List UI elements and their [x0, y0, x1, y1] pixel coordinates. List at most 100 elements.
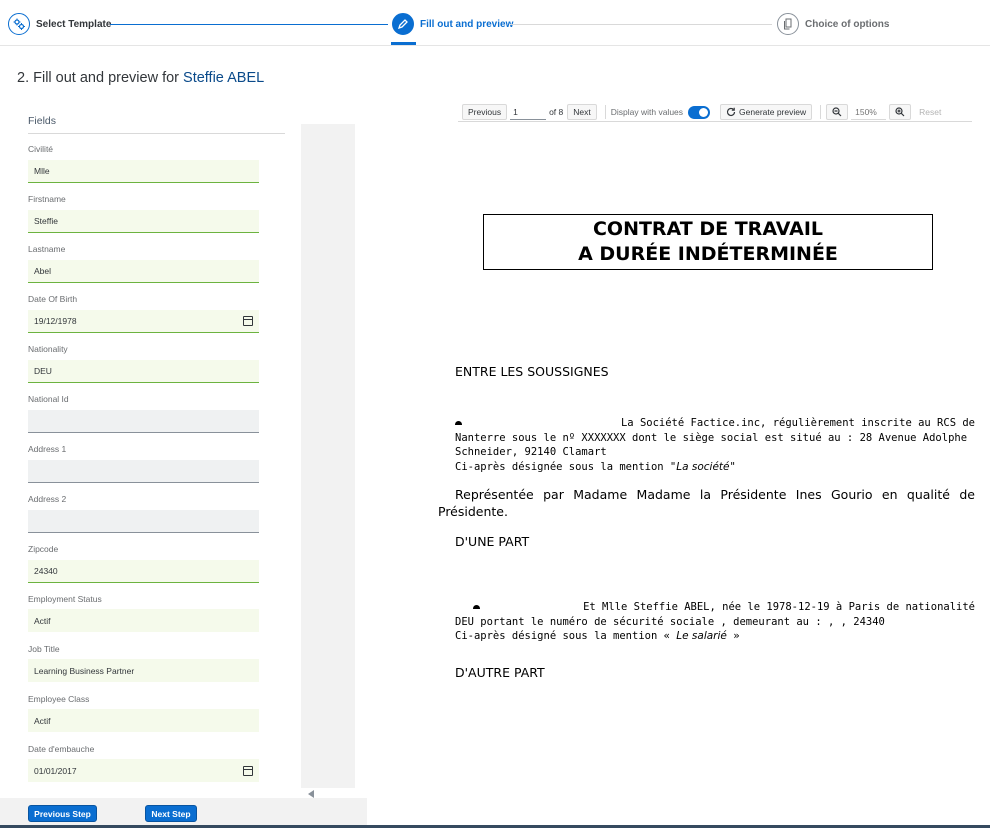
firstname-input[interactable]: Steffie: [28, 210, 259, 233]
wizard-step-choice-options[interactable]: Choice of options: [777, 13, 889, 35]
job-title-input[interactable]: Learning Business Partner: [28, 659, 259, 682]
employee-line: DEU portant le numéro de sécurité social…: [455, 615, 885, 628]
calendar-icon[interactable]: [243, 316, 253, 326]
mention-suffix: »: [726, 630, 740, 642]
field-value: Learning Business Partner: [34, 665, 135, 676]
page-title-prefix: 2. Fill out and preview for: [17, 70, 179, 86]
wizard-step-fill-preview[interactable]: Fill out and preview: [392, 13, 513, 35]
previous-page-button[interactable]: Previous: [462, 104, 508, 120]
zipcode-input[interactable]: 24340: [28, 560, 259, 583]
field-label-hire-date: Date d'embauche: [28, 744, 95, 754]
zoom-out-icon: [832, 107, 842, 117]
company-line: La Société Factice.inc, régulièrement in…: [620, 417, 975, 429]
bullet-icon: [473, 605, 480, 609]
edit-icon: [392, 13, 414, 35]
mention-prefix: Ci-après désignée sous la mention ": [455, 460, 677, 473]
zoom-in-button[interactable]: [889, 104, 912, 120]
document-title-line: A DURÉE INDÉTERMINÉE: [578, 243, 838, 265]
field-label-zipcode: Zipcode: [28, 544, 59, 554]
company-line: Schneider, 92140 Clamart: [455, 446, 607, 458]
page-number-input[interactable]: [510, 104, 547, 120]
field-label-address-1: Address 1: [28, 444, 67, 454]
wizard-step-label: Select Template: [36, 18, 112, 30]
employee-line: Ci-après désigné sous la mention « Le sa…: [455, 629, 975, 644]
mention-term: Le salarié: [676, 630, 727, 642]
next-step-button[interactable]: Next Step: [145, 805, 197, 822]
zoom-out-button[interactable]: [826, 104, 849, 120]
display-values-switch[interactable]: [688, 105, 711, 119]
display-values-label: Display with values: [610, 107, 684, 117]
field-value: 01/01/2017: [34, 765, 77, 776]
employee-paragraph: Et Mlle Steffie ABEL, née le 1978-12-19 …: [455, 600, 975, 644]
wizard-header: Select Template Fill out and preview Cho…: [0, 0, 990, 46]
active-step-indicator: [391, 42, 416, 45]
hire-date-input[interactable]: 01/01/2017: [28, 759, 259, 782]
employee-name: Steffie ABEL: [183, 70, 265, 86]
field-value: 24340: [34, 566, 58, 576]
refresh-icon: [726, 107, 736, 117]
party-two-heading: D'AUTRE PART: [455, 665, 545, 680]
generate-preview-button[interactable]: Generate preview: [720, 104, 813, 120]
party-one-heading: D'UNE PART: [455, 534, 530, 549]
field-label-firstname: Firstname: [28, 194, 66, 204]
employment-status-input[interactable]: Actif: [28, 609, 259, 632]
field-label-civilite: Civilité: [28, 144, 54, 154]
wizard-connector: [110, 24, 388, 25]
employee-line: Et Mlle Steffie ABEL, née le 1978-12-19 …: [583, 601, 975, 613]
field-value: Mlle: [34, 166, 50, 176]
page-title: 2. Fill out and preview for Steffie ABEL: [17, 70, 264, 86]
company-paragraph: La Société Factice.inc, régulièrement in…: [455, 416, 975, 474]
field-label-address-2: Address 2: [28, 494, 67, 504]
separator: [820, 105, 822, 119]
separator: [604, 105, 606, 119]
zoom-in-icon: [895, 107, 905, 117]
wizard-step-select-template[interactable]: Select Template: [8, 13, 111, 35]
splitter-area: [301, 124, 355, 788]
generate-preview-label: Generate preview: [739, 107, 807, 117]
field-label-national-id: National Id: [28, 394, 69, 404]
national-id-input[interactable]: [28, 410, 259, 433]
field-label-employee-class: Employee Class: [28, 694, 90, 704]
zoom-input[interactable]: [851, 104, 887, 120]
company-line: Ci-après désignée sous la mention "La so…: [455, 460, 975, 475]
page-count: of 8: [549, 107, 564, 117]
document-title-box: CONTRAT DE TRAVAIL A DURÉE INDÉTERMINÉE: [483, 214, 933, 270]
preview-toolbar: Previous of 8 Next Display with values G…: [458, 103, 972, 122]
next-page-button[interactable]: Next: [567, 104, 597, 120]
civilite-input[interactable]: Mlle: [28, 160, 259, 183]
document-title-line: CONTRAT DE TRAVAIL: [592, 218, 824, 240]
field-value: Actif: [34, 715, 51, 726]
field-label-lastname: Lastname: [28, 244, 66, 254]
settings-icon: [8, 13, 30, 35]
collapse-left-icon[interactable]: [308, 790, 314, 798]
represented-paragraph: Représentée par Madame Madame la Préside…: [438, 487, 975, 519]
field-value: Steffie: [34, 216, 58, 226]
date-of-birth-input[interactable]: 19/12/1978: [28, 310, 259, 333]
field-label-job-title: Job Title: [28, 644, 60, 654]
calendar-icon[interactable]: [243, 765, 253, 776]
lastname-input[interactable]: Abel: [28, 260, 259, 283]
between-heading: ENTRE LES SOUSSIGNES: [455, 364, 609, 379]
employee-class-input[interactable]: Actif: [28, 709, 259, 732]
wizard-step-label: Choice of options: [805, 18, 890, 30]
document-icon: [777, 13, 799, 35]
field-value: Abel: [34, 266, 52, 276]
field-label-date-of-birth: Date Of Birth: [28, 294, 78, 304]
field-value: Actif: [34, 615, 51, 626]
mention-suffix: ": [729, 460, 736, 473]
bullet-icon: [455, 421, 462, 425]
address-2-input[interactable]: [28, 510, 259, 533]
company-line: Nanterre sous le nº XXXXXXX dont le sièg…: [455, 431, 968, 444]
field-value: 19/12/1978: [34, 316, 77, 326]
wizard-step-label: Fill out and preview: [420, 18, 514, 30]
mention-term: La société: [676, 460, 730, 473]
field-label-nationality: Nationality: [28, 344, 68, 354]
field-label-employment-status: Employment Status: [28, 594, 102, 604]
address-1-input[interactable]: [28, 460, 259, 483]
previous-step-button[interactable]: Previous Step: [28, 805, 97, 822]
mention-prefix: Ci-après désigné sous la mention «: [455, 630, 677, 642]
fields-header: Fields: [28, 115, 285, 134]
field-value: DEU: [34, 366, 52, 376]
reset-button[interactable]: Reset: [914, 104, 946, 120]
nationality-input[interactable]: DEU: [28, 360, 259, 383]
